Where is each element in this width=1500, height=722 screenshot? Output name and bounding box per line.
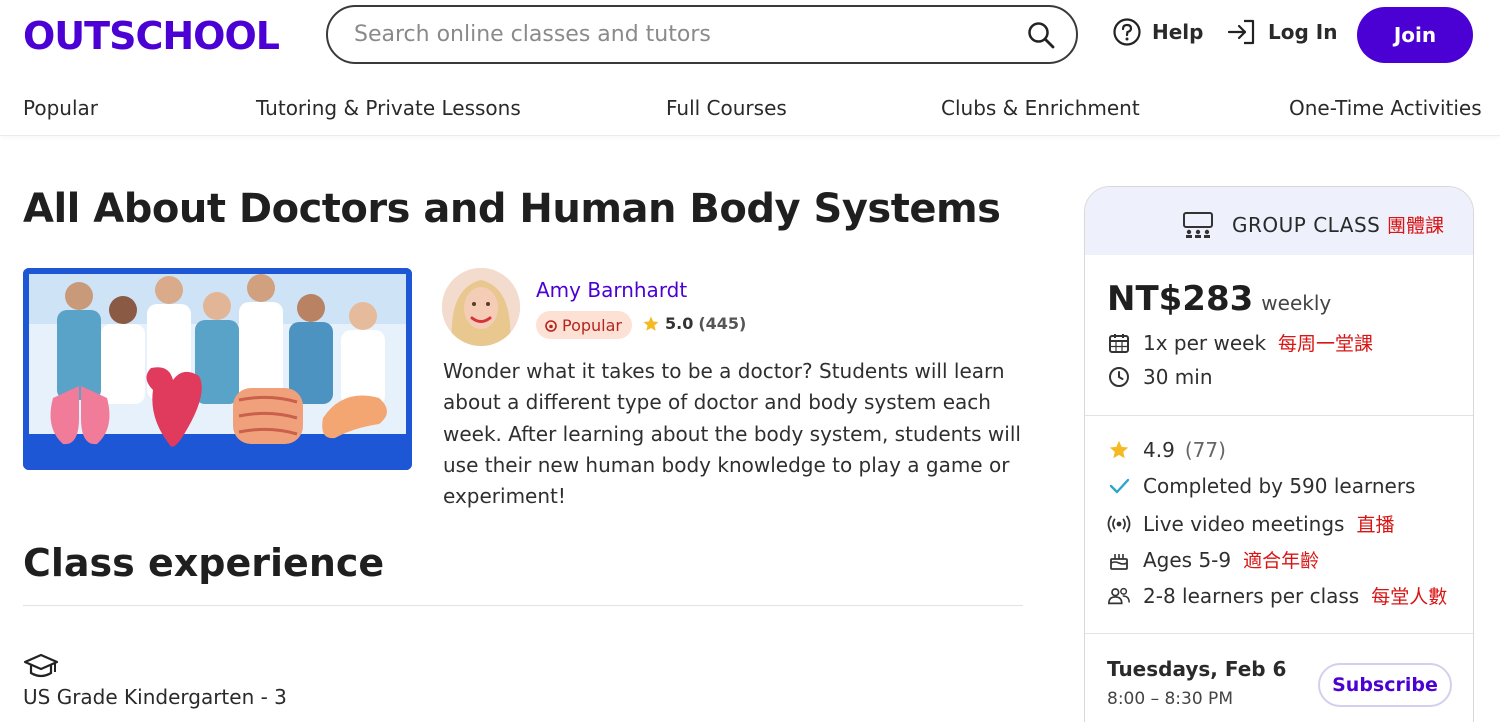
completed-row: Completed by 590 learners	[1107, 474, 1415, 498]
login-label: Log In	[1268, 20, 1338, 44]
card-header: GROUP CLASS 團體課	[1085, 187, 1473, 255]
meetings-note: 直播	[1356, 514, 1395, 536]
enrollment-card: GROUP CLASS 團體課 NT$283 weekly 1x per wee…	[1084, 186, 1474, 722]
price: NT$283 weekly	[1107, 279, 1331, 319]
clock-icon	[1109, 367, 1129, 387]
search-bar[interactable]	[326, 5, 1078, 64]
category-nav: Popular Tutoring & Private Lessons Full …	[0, 96, 1500, 124]
teacher-avatar[interactable]	[442, 268, 520, 346]
star-icon	[1109, 440, 1129, 459]
duration-row: 30 min	[1107, 365, 1213, 389]
calendar-icon	[1109, 333, 1129, 353]
ages-text: Ages 5-9	[1143, 547, 1232, 572]
search-icon[interactable]	[1026, 20, 1056, 50]
class-description: Wonder what it takes to be a doctor? Stu…	[443, 359, 1021, 509]
class-size-note: 每堂人數	[1371, 586, 1448, 608]
class-type-note: 團體課	[1387, 215, 1445, 237]
cake-icon	[1110, 553, 1128, 570]
login-icon	[1227, 19, 1255, 45]
session-time: 8:00 – 8:30 PM	[1107, 689, 1233, 709]
login-link[interactable]: Log In	[1226, 17, 1337, 47]
frequency-note: 每周一堂課	[1278, 333, 1374, 355]
completed-text: Completed by 590 learners	[1143, 474, 1416, 498]
teacher-rating[interactable]: 5.0 (445)	[642, 314, 746, 333]
class-size-row: 2-8 learners per class 每堂人數	[1107, 582, 1447, 609]
help-link[interactable]: Help	[1112, 17, 1203, 47]
join-button[interactable]: Join	[1357, 7, 1473, 63]
teacher-name-link[interactable]: Amy Barnhardt	[536, 278, 687, 302]
card-divider	[1085, 415, 1473, 416]
duration-text: 30 min	[1143, 365, 1213, 389]
class-size-text: 2-8 learners per class	[1143, 583, 1360, 608]
teacher-photo	[442, 268, 520, 346]
star-icon	[643, 316, 659, 331]
nav-item-clubs[interactable]: Clubs & Enrichment	[941, 96, 1140, 120]
class-rating-count: (77)	[1184, 438, 1226, 462]
group-class-icon	[1183, 212, 1213, 238]
graduation-cap-icon	[23, 653, 59, 678]
search-input[interactable]	[354, 22, 994, 47]
meetings-text: Live video meetings	[1143, 511, 1345, 536]
class-rating-row[interactable]: 4.9 (77)	[1107, 438, 1226, 462]
class-hero-image[interactable]	[23, 268, 412, 470]
ages-row: Ages 5-9 適合年齡	[1107, 546, 1319, 573]
site-header: OUTSCHOOL Help Log In Join Popular Tutor…	[0, 0, 1500, 136]
grade-level: US Grade Kindergarten - 3	[23, 685, 287, 709]
price-period: weekly	[1261, 291, 1332, 315]
live-broadcast-icon	[1107, 515, 1131, 532]
session-day: Tuesdays, Feb 6	[1107, 657, 1287, 681]
flame-icon	[545, 320, 557, 332]
class-type-label: GROUP CLASS	[1232, 213, 1381, 237]
check-icon	[1109, 478, 1130, 494]
section-divider	[23, 605, 1023, 606]
doctors-illustration	[23, 268, 412, 470]
nav-item-popular[interactable]: Popular	[23, 96, 98, 120]
frequency-text: 1x per week	[1143, 330, 1267, 355]
outschool-logo[interactable]: OUTSCHOOL	[23, 14, 280, 58]
help-label: Help	[1152, 20, 1204, 44]
popular-badge: Popular	[536, 311, 632, 339]
nav-item-one-time[interactable]: One-Time Activities	[1289, 96, 1482, 120]
subscribe-button[interactable]: Subscribe	[1318, 663, 1452, 707]
help-icon	[1113, 18, 1141, 46]
class-rating-value: 4.9	[1143, 438, 1175, 462]
teacher-rating-count: (445)	[698, 314, 747, 333]
popular-badge-label: Popular	[562, 315, 622, 335]
ages-note: 適合年齡	[1243, 550, 1320, 572]
price-amount: NT$283	[1107, 279, 1254, 319]
nav-item-full-courses[interactable]: Full Courses	[666, 96, 787, 120]
nav-item-tutoring[interactable]: Tutoring & Private Lessons	[256, 96, 521, 120]
teacher-rating-value: 5.0	[665, 314, 694, 333]
learners-icon	[1108, 587, 1130, 604]
meetings-row: Live video meetings 直播	[1107, 510, 1394, 537]
frequency-row: 1x per week 每周一堂課	[1107, 329, 1373, 356]
section-title-class-experience: Class experience	[23, 541, 385, 585]
page-title: All About Doctors and Human Body Systems	[23, 186, 1001, 232]
card-divider	[1085, 633, 1473, 634]
